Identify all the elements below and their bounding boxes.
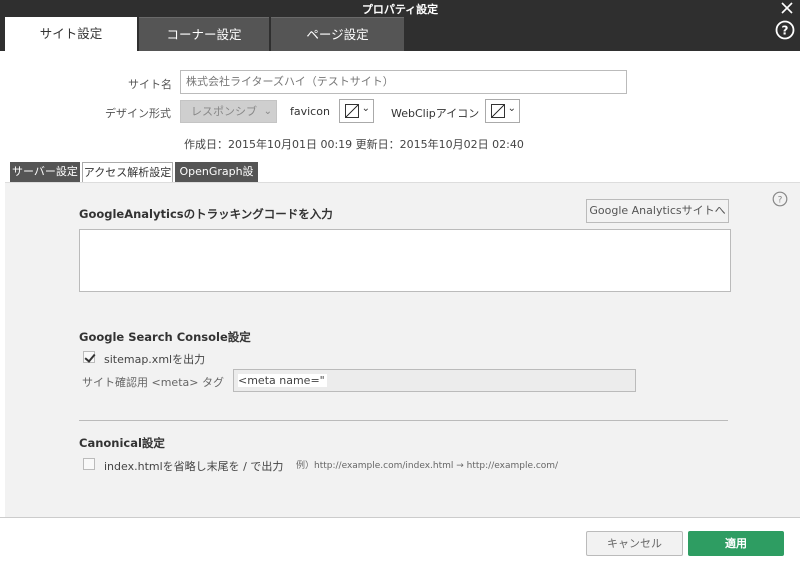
- svg-text:?: ?: [782, 24, 789, 38]
- canonical-example: 例）http://example.com/index.html → http:/…: [296, 461, 559, 471]
- subtab-opengraph[interactable]: OpenGraph設定: [175, 162, 258, 197]
- no-image-icon: [491, 104, 505, 118]
- site-name-label: サイト名: [128, 78, 172, 91]
- divider: [79, 420, 728, 421]
- design-format-label: デザイン形式: [105, 107, 171, 120]
- window-title: プロパティ設定: [361, 3, 439, 16]
- design-format-select[interactable]: レスポンシブ ⌄: [180, 100, 277, 123]
- chevron-down-icon: ⌄: [263, 106, 272, 117]
- tab-site-settings[interactable]: サイト設定: [5, 17, 137, 51]
- close-icon[interactable]: [779, 0, 795, 16]
- analytics-title: GoogleAnalyticsのトラッキングコードを入力: [79, 207, 333, 221]
- google-analytics-site-button[interactable]: Google Analyticsサイトへ: [586, 199, 729, 223]
- apply-button[interactable]: 適用: [688, 531, 784, 556]
- sitemap-checkbox[interactable]: [83, 351, 95, 363]
- design-format-value: レスポンシブ: [191, 105, 257, 118]
- chevron-down-icon: ⌄: [361, 103, 370, 114]
- site-dates: 作成日：2015年10月01日 00:19 更新日：2015年10月02日 02…: [184, 138, 524, 151]
- no-image-icon: [345, 104, 359, 118]
- webclip-icon-picker[interactable]: ⌄: [485, 99, 520, 123]
- index-omit-checkbox[interactable]: [83, 458, 95, 470]
- favicon-picker[interactable]: ⌄: [339, 99, 374, 123]
- tab-page-settings[interactable]: ページ設定: [271, 17, 404, 51]
- tab-corner-settings[interactable]: コーナー設定: [139, 17, 269, 51]
- search-console-title: Google Search Console設定: [79, 330, 251, 344]
- subtab-access-analytics[interactable]: アクセス解析設定: [82, 162, 173, 182]
- webclip-label: WebClipアイコン: [391, 107, 480, 120]
- meta-tag-value: <meta name=": [238, 374, 327, 387]
- meta-tag-input[interactable]: <meta name=": [233, 369, 636, 392]
- svg-text:?: ?: [778, 196, 783, 206]
- cancel-button[interactable]: キャンセル: [586, 531, 683, 556]
- title-bar: プロパティ設定 ? サイト設定 コーナー設定 ページ設定: [0, 0, 800, 51]
- site-name-input[interactable]: 株式会社ライターズハイ（テストサイト）: [180, 70, 627, 94]
- help-icon[interactable]: ?: [772, 191, 788, 207]
- help-icon[interactable]: ?: [775, 20, 795, 40]
- tracking-code-textarea[interactable]: [79, 229, 731, 292]
- index-omit-label: index.htmlを省略し末尾を / で出力: [104, 460, 284, 473]
- subtab-server-settings[interactable]: サーバー設定: [10, 162, 80, 182]
- sitemap-label: sitemap.xmlを出力: [104, 353, 206, 366]
- favicon-label: favicon: [290, 105, 330, 118]
- meta-tag-label: サイト確認用 <meta> タグ: [82, 376, 224, 389]
- canonical-title: Canonical設定: [79, 436, 165, 450]
- chevron-down-icon: ⌄: [507, 103, 516, 114]
